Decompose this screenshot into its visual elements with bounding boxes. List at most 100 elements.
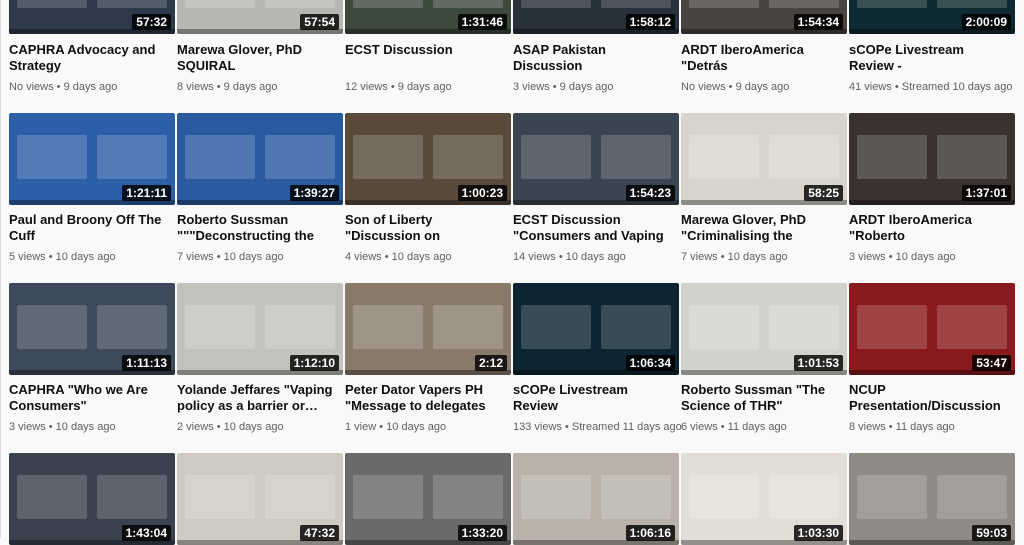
video-title[interactable]: ARDT IberoAmerica "Detrás de la Nube" do… [681, 42, 841, 74]
thumbnail-panel [769, 135, 839, 179]
video-thumbnail[interactable]: 1:37:01 [849, 113, 1015, 205]
thumbnail-panel [601, 0, 671, 8]
video-thumbnail[interactable]: 59:03 [849, 453, 1015, 545]
upload-age: 10 days ago [46, 251, 116, 263]
duration-badge: 1:33:20 [457, 525, 507, 541]
upload-age: 9 days ago [54, 81, 118, 93]
view-count: 41 views [849, 81, 892, 93]
video-metadata: 41 viewsStreamed 10 days ago [849, 80, 1015, 94]
thumbnail-panel [265, 475, 335, 519]
upload-age: 10 days ago [214, 251, 284, 263]
video-thumbnail[interactable]: 1:39:27 [177, 113, 343, 205]
upload-age: 10 days ago [382, 251, 452, 263]
video-thumbnail[interactable]: 1:01:53 [681, 283, 847, 375]
thumbnail-panel [265, 305, 335, 349]
duration-badge: 2:12 [474, 355, 507, 371]
video-metadata: 3 views10 days ago [849, 250, 1015, 264]
video-title[interactable]: sCOPe Livestream Review AP/Europe [513, 382, 673, 414]
video-metadata: 12 views9 days ago [345, 80, 511, 94]
view-count: 7 views [177, 251, 214, 263]
thumbnail-panel [601, 135, 671, 179]
video-title[interactable]: sCOPe Livestream Review - Americas [849, 42, 1009, 74]
thumbnail-panel [769, 305, 839, 349]
thumbnail-panel [353, 0, 423, 8]
video-title[interactable]: Marewa Glover, PhD "Criminalising the Sm… [681, 212, 841, 244]
video-thumbnail[interactable]: 57:32 [9, 0, 175, 34]
video-thumbnail[interactable]: 1:21:11 [9, 113, 175, 205]
thumbnail-panel [857, 0, 927, 8]
video-thumbnail[interactable]: 2:12 [345, 283, 511, 375]
thumbnail-panel [185, 0, 255, 8]
view-count: 6 views [681, 421, 718, 433]
duration-badge: 57:54 [300, 14, 339, 30]
view-count: 4 views [345, 251, 382, 263]
view-count: 3 views [9, 421, 46, 433]
video-thumbnail[interactable]: 53:47 [849, 283, 1015, 375]
video-thumbnail[interactable]: 1:06:16 [513, 453, 679, 545]
video-thumbnail[interactable]: 1:06:34 [513, 283, 679, 375]
video-title[interactable]: Roberto Sussman """Deconstructing the WH… [177, 212, 337, 244]
video-thumbnail[interactable]: 1:58:12 [513, 0, 679, 34]
upload-age: 11 days ago [886, 421, 955, 433]
video-thumbnail[interactable]: 2:00:09 [849, 0, 1015, 34]
video-title[interactable]: Son of Liberty "Discussion on LMICs and … [345, 212, 505, 244]
video-metadata: 3 views9 days ago [513, 80, 679, 94]
thumbnail-panel [689, 305, 759, 349]
video-metadata: No views9 days ago [681, 80, 847, 94]
video-title[interactable]: ECST Discussion "Consumers and Vaping in… [513, 212, 673, 244]
video-title[interactable]: NCUP Presentation/Discussion -… [849, 382, 1009, 414]
video-metadata: 1 view10 days ago [345, 420, 511, 434]
video-title[interactable]: CAPHRA "Who we Are Consumers" [9, 382, 169, 414]
video-title[interactable]: Peter Dator Vapers PH "Message to delega… [345, 382, 505, 414]
video-thumbnail[interactable]: 1:03:30 [681, 453, 847, 545]
video-thumbnail[interactable]: 47:32 [177, 453, 343, 545]
view-count: 7 views [681, 251, 718, 263]
thumbnail-panel [265, 135, 335, 179]
upload-age: 9 days ago [726, 81, 790, 93]
video-metadata: 7 views10 days ago [681, 250, 847, 264]
video-metadata: 4 views10 days ago [345, 250, 511, 264]
video-title[interactable]: ECST Discussion [345, 42, 505, 58]
view-count: 3 views [513, 81, 550, 93]
thumbnail-panel [521, 0, 591, 8]
video-metadata: 14 views10 days ago [513, 250, 679, 264]
video-thumbnail[interactable]: 1:31:46 [345, 0, 511, 34]
duration-badge: 53:47 [972, 355, 1011, 371]
upload-age: 11 days ago [718, 421, 787, 433]
video-title[interactable]: Marewa Glover, PhD SQUIRAL programme [177, 42, 337, 74]
video-title[interactable]: ASAP Pakistan Discussion [513, 42, 673, 74]
video-thumbnail[interactable]: 1:12:10 [177, 283, 343, 375]
video-thumbnail[interactable]: 1:43:04 [9, 453, 175, 545]
thumbnail-panel [97, 135, 167, 179]
video-thumbnail[interactable]: 1:33:20 [345, 453, 511, 545]
video-title[interactable]: Paul and Broony Off The Cuff [9, 212, 169, 244]
video-thumbnail[interactable]: 1:00:23 [345, 113, 511, 205]
video-title[interactable]: Yolande Jeffares "Vaping policy as a bar… [177, 382, 337, 414]
video-thumbnail[interactable]: 57:54 [177, 0, 343, 34]
upload-age: 10 days ago [376, 421, 446, 433]
video-thumbnail[interactable]: 1:54:23 [513, 113, 679, 205]
thumbnail-panel [937, 135, 1007, 179]
view-count: No views [681, 81, 726, 93]
view-count: 133 views [513, 421, 562, 433]
view-count: 12 views [345, 81, 388, 93]
video-metadata: 8 views11 days ago [849, 420, 1015, 434]
duration-badge: 1:39:27 [289, 185, 339, 201]
thumbnail-panel [17, 305, 87, 349]
duration-badge: 1:43:04 [121, 525, 171, 541]
thumbnail-panel [97, 305, 167, 349]
video-title[interactable]: ARDT IberoAmerica "Roberto Sussman prese… [849, 212, 1009, 244]
duration-badge: 1:01:53 [793, 355, 843, 371]
video-title[interactable]: CAPHRA Advocacy and Strategy [9, 42, 169, 74]
duration-badge: 1:21:11 [122, 185, 171, 201]
thumbnail-panel [433, 135, 503, 179]
thumbnail-panel [433, 475, 503, 519]
upload-age: Streamed 10 days ago [892, 81, 1013, 93]
video-thumbnail[interactable]: 1:11:13 [9, 283, 175, 375]
thumbnail-panel [857, 305, 927, 349]
video-title[interactable]: Roberto Sussman "The Science of THR" [681, 382, 841, 414]
video-thumbnail[interactable]: 58:25 [681, 113, 847, 205]
video-thumbnail[interactable]: 1:54:34 [681, 0, 847, 34]
duration-badge: 1:12:10 [289, 355, 339, 371]
duration-badge: 58:25 [804, 185, 843, 201]
